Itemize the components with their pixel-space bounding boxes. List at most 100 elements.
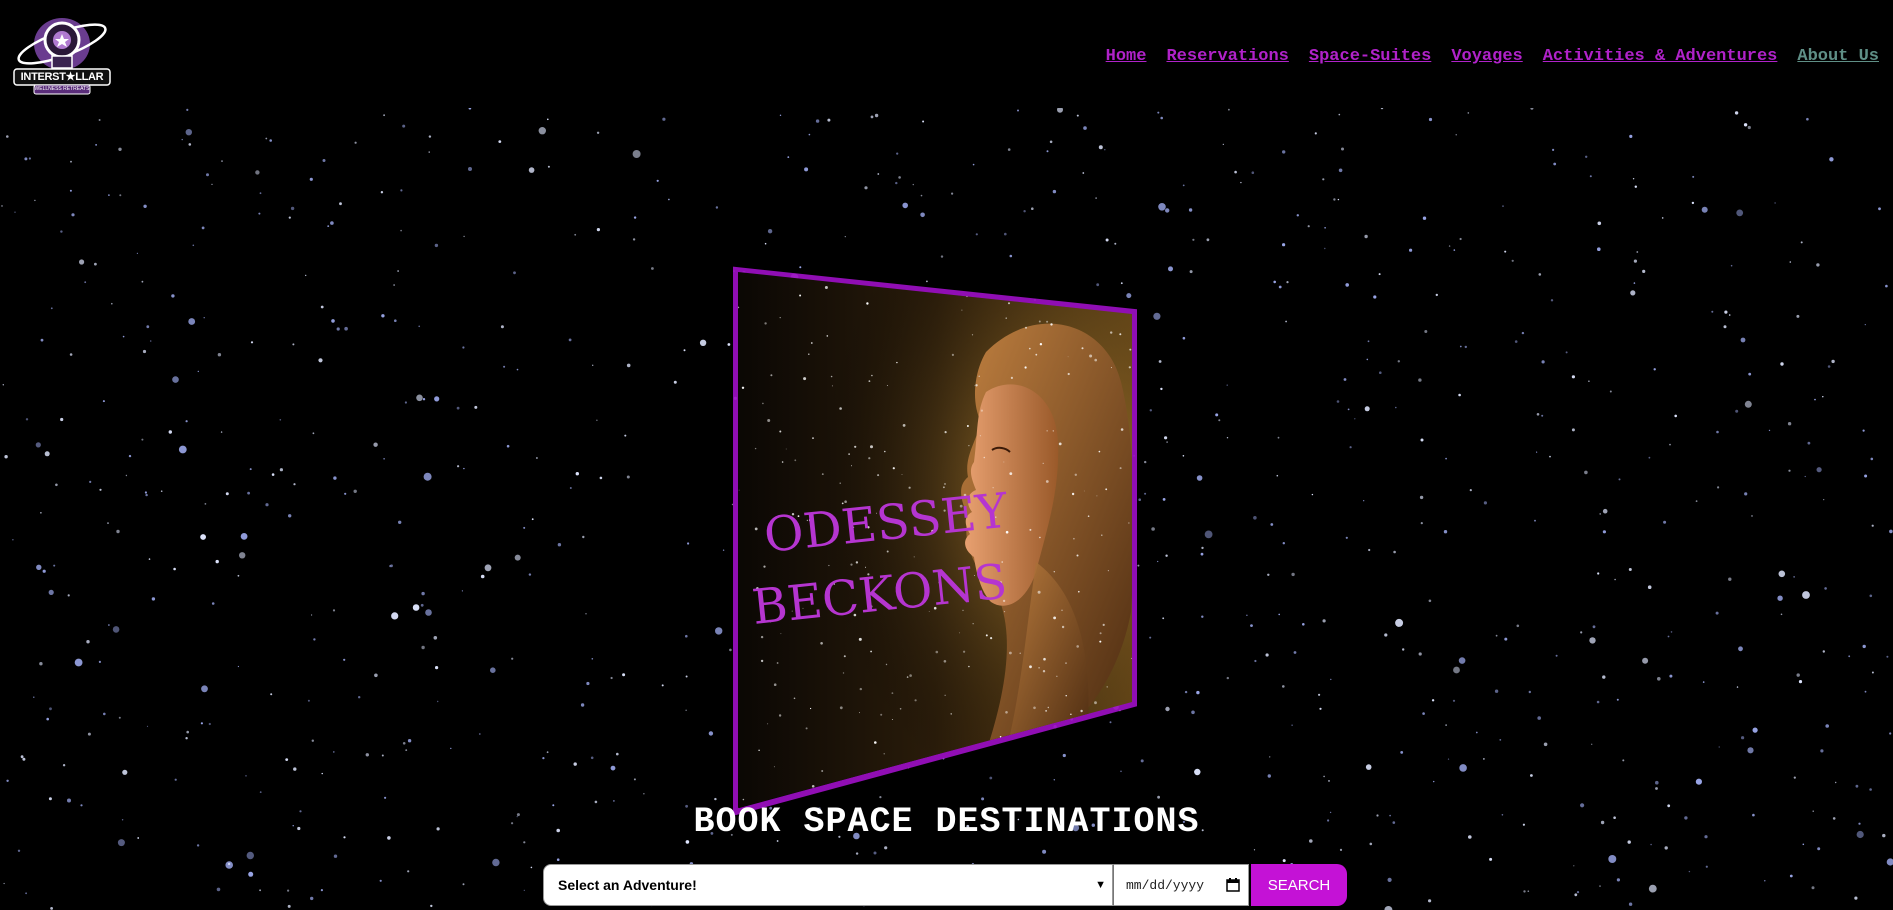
star xyxy=(1632,178,1635,180)
star xyxy=(1608,855,1617,863)
star xyxy=(178,445,187,454)
star xyxy=(285,758,289,761)
star xyxy=(513,271,516,275)
star xyxy=(35,442,41,448)
star xyxy=(1254,659,1257,663)
star xyxy=(1149,409,1153,412)
star xyxy=(1716,430,1719,434)
hero-speckle xyxy=(1076,645,1079,648)
star xyxy=(1521,331,1525,335)
star xyxy=(1206,238,1210,242)
hero-speckle xyxy=(767,723,769,725)
star xyxy=(293,483,296,486)
adventure-select[interactable]: Select an Adventure! ▼ xyxy=(543,864,1113,906)
star xyxy=(353,489,357,493)
date-input[interactable]: mm/dd/yyyy xyxy=(1113,864,1249,906)
hero-speckle xyxy=(1088,727,1090,729)
star xyxy=(1194,768,1201,776)
star xyxy=(1534,519,1536,522)
star xyxy=(844,236,846,238)
star xyxy=(1489,857,1493,861)
logo-subtext: WELLNESS RETREATS xyxy=(34,86,90,92)
hero-speckle xyxy=(1067,736,1070,739)
star xyxy=(287,889,290,892)
hero-speckle xyxy=(859,687,862,691)
star xyxy=(397,270,399,272)
star xyxy=(1196,690,1200,695)
star xyxy=(237,574,240,577)
hero-speckle xyxy=(1070,713,1072,715)
star xyxy=(1168,266,1173,272)
hero-speckle xyxy=(1038,320,1041,323)
star xyxy=(1282,542,1286,545)
star xyxy=(940,255,944,258)
hero-speckle xyxy=(758,749,760,751)
star xyxy=(1718,746,1720,748)
star xyxy=(1740,337,1746,343)
star xyxy=(1459,237,1462,241)
star xyxy=(50,907,53,910)
star xyxy=(1835,781,1837,784)
star xyxy=(592,364,594,366)
star xyxy=(1409,248,1413,252)
search-button[interactable]: SEARCH xyxy=(1251,864,1347,906)
star xyxy=(1494,689,1499,693)
star xyxy=(118,716,121,719)
star xyxy=(895,181,898,185)
star xyxy=(1530,774,1533,777)
star xyxy=(1628,568,1632,571)
hero-speckle xyxy=(1067,372,1070,376)
star xyxy=(457,465,460,468)
nav-activities-link[interactable]: Activities & Adventures xyxy=(1543,47,1778,66)
hero-speckle xyxy=(770,374,773,377)
star xyxy=(67,594,70,597)
hero-speckle xyxy=(997,275,999,277)
star xyxy=(1514,340,1518,343)
star xyxy=(237,665,239,668)
adventure-select-value: Select an Adventure! xyxy=(558,877,697,893)
nav-space-suites-link[interactable]: Space-Suites xyxy=(1309,47,1431,66)
star xyxy=(523,889,525,891)
star xyxy=(1536,413,1540,416)
star xyxy=(1622,759,1625,762)
hero-speckle xyxy=(883,753,885,755)
star xyxy=(128,454,132,458)
star xyxy=(1397,360,1401,363)
star xyxy=(383,458,385,460)
star xyxy=(258,212,261,215)
star xyxy=(874,113,879,118)
star xyxy=(1162,498,1166,501)
star xyxy=(435,666,439,670)
nav-about-link[interactable]: About Us xyxy=(1797,47,1879,66)
star xyxy=(1504,250,1507,253)
nav-reservations-link[interactable]: Reservations xyxy=(1166,47,1288,66)
star xyxy=(1222,143,1224,145)
nav-home-link[interactable]: Home xyxy=(1106,47,1147,66)
calendar-icon[interactable] xyxy=(1226,878,1240,892)
hero-speckle xyxy=(901,474,903,475)
star xyxy=(1592,625,1596,629)
star xyxy=(400,189,403,192)
star xyxy=(1395,618,1404,627)
nav-voyages-link[interactable]: Voyages xyxy=(1451,47,1522,66)
star xyxy=(290,206,295,211)
site-logo[interactable]: INTERST★LLAR WELLNESS RETREATS xyxy=(12,14,112,100)
star xyxy=(402,742,406,745)
star xyxy=(1282,243,1286,247)
star xyxy=(715,206,719,209)
hero-speckle xyxy=(974,385,975,387)
hero-speckle xyxy=(1117,741,1118,742)
hero-speckle xyxy=(764,322,767,325)
star xyxy=(1182,455,1185,457)
star xyxy=(279,419,282,421)
star xyxy=(1445,724,1447,726)
star xyxy=(1285,320,1287,323)
star xyxy=(201,226,205,230)
hero-speckle xyxy=(808,353,810,355)
star xyxy=(687,542,690,545)
star xyxy=(1768,429,1771,432)
star xyxy=(1591,743,1593,745)
hero-speckle xyxy=(851,465,852,467)
star xyxy=(1538,273,1542,276)
star xyxy=(1282,685,1285,688)
